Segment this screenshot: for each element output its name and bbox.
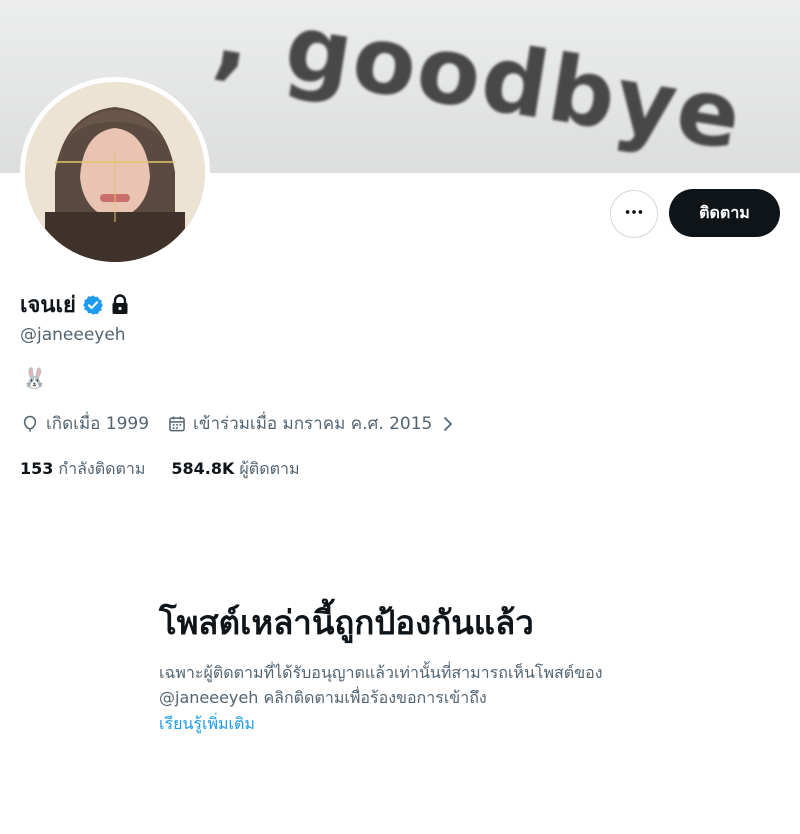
more-horizontal-icon [623, 201, 645, 227]
avatar[interactable] [20, 77, 210, 267]
followers-stat[interactable]: 584.8K ผู้ติดตาม [171, 457, 299, 482]
verified-badge-icon[interactable] [82, 294, 104, 316]
joined-info[interactable]: เข้าร่วมเมื่อ มกราคม ค.ศ. 2015 [167, 410, 456, 437]
avatar-photo [25, 82, 205, 262]
name-row: เจนเย่ [20, 287, 130, 322]
banner-text: , goodbye [208, 0, 750, 171]
learn-more-link[interactable]: เรียนรู้เพิ่มเติม [159, 712, 255, 737]
display-name: เจนเย่ [20, 293, 76, 318]
profile-bio: 🐰 [22, 366, 47, 390]
followers-count: 584.8K [171, 459, 235, 478]
birth-info: เกิดเมื่อ 1999 [20, 410, 149, 437]
following-stat[interactable]: 153 กำลังติดตาม [20, 457, 145, 482]
joined-text: เข้าร่วมเมื่อ มกราคม ค.ศ. 2015 [193, 414, 433, 434]
calendar-icon [167, 414, 187, 434]
follow-button[interactable]: ติดตาม [669, 189, 780, 237]
protected-title: โพสต์เหล่านี้ถูกป้องกันแล้ว [159, 603, 534, 642]
more-button[interactable] [610, 190, 658, 238]
balloon-icon [20, 414, 40, 434]
profile-meta: เกิดเมื่อ 1999 เข้าร่วมเมื่อ มกราคม ค.ศ.… [20, 410, 474, 437]
follow-stats: 153 กำลังติดตาม 584.8K ผู้ติดตาม [20, 457, 300, 482]
following-count: 153 [20, 459, 54, 478]
followers-label: ผู้ติดตาม [239, 459, 300, 478]
chevron-right-icon[interactable] [438, 416, 456, 432]
birth-text: เกิดเมื่อ 1999 [46, 414, 150, 434]
following-label: กำลังติดตาม [58, 459, 146, 478]
profile-handle: @janeeeyeh [20, 325, 126, 345]
protected-body: เฉพาะผู้ติดตามที่ได้รับอนุญาตแล้วเท่านั้… [159, 663, 603, 707]
lock-icon [110, 293, 130, 316]
protected-notice: โพสต์เหล่านี้ถูกป้องกันแล้ว เฉพาะผู้ติดต… [159, 602, 629, 737]
